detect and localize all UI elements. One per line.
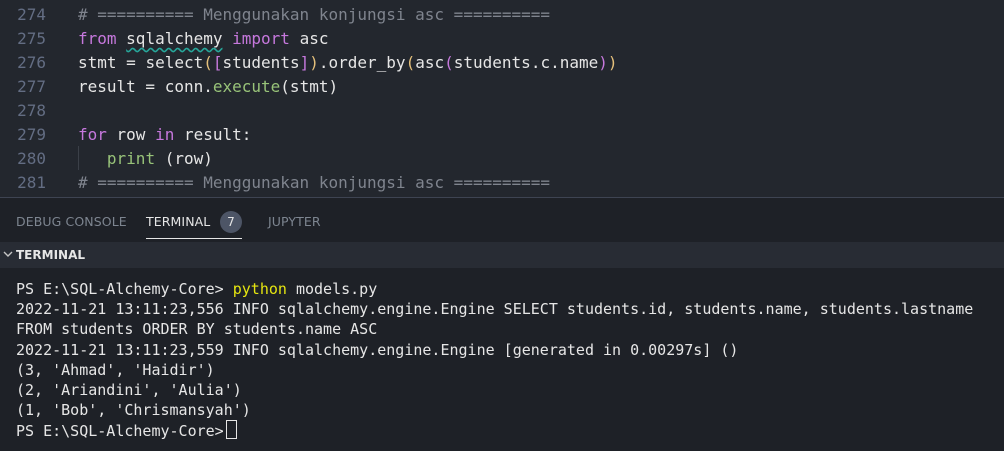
code-line[interactable]: 275 from sqlalchemy import asc [0, 27, 1004, 51]
code-token: stmt = [78, 53, 146, 72]
code-text: from sqlalchemy import asc [78, 27, 328, 51]
terminal-command-line: PS E:\SQL-Alchemy-Core> python models.py [16, 279, 377, 299]
terminal-output-line: (2, 'Ariandini', 'Aulia') [16, 381, 242, 399]
terminal-final-prompt-line: PS E:\SQL-Alchemy-Core> [16, 420, 237, 441]
terminal-count-badge: 7 [220, 211, 242, 233]
code-text: # ========== Menggunakan konjungsi asc =… [78, 171, 550, 195]
code-token: asc [415, 53, 445, 72]
code-token: ] [299, 53, 310, 72]
terminal-output-line: FROM students ORDER BY students.name ASC [16, 320, 378, 338]
terminal-command-args: models.py [286, 280, 378, 298]
tab-jupyter[interactable]: JUPYTER [268, 214, 321, 229]
terminal-output[interactable]: PS E:\SQL-Alchemy-Core> python models.py… [0, 268, 1004, 451]
line-number: 278 [17, 101, 46, 120]
terminal-section-header[interactable]: TERMINAL [0, 242, 1004, 268]
panel-tab-bar: DEBUG CONSOLE TERMINAL JUPYTER [0, 197, 1004, 243]
code-token: students [222, 53, 300, 72]
terminal-output-line: 2022-11-21 13:11:23,556 INFO sqlalchemy.… [16, 300, 974, 318]
code-token: result: [183, 125, 252, 144]
terminal-prompt: PS E:\SQL-Alchemy-Core> [16, 280, 233, 298]
code-token: for [78, 125, 117, 144]
terminal-section-title: TERMINAL [16, 248, 86, 262]
code-token: ( [203, 53, 213, 72]
line-number: 281 [17, 173, 46, 192]
terminal-command: python [232, 280, 287, 298]
code-token: ) [607, 53, 618, 72]
code-text: stmt = select([students]).order_by(asc(s… [78, 51, 618, 75]
terminal-prompt: PS E:\SQL-Alchemy-Core> [16, 422, 224, 440]
tab-debug-console[interactable]: DEBUG CONSOLE [16, 214, 127, 229]
code-token: execute [212, 77, 281, 96]
line-number: 277 [17, 77, 46, 96]
code-token: row [116, 125, 156, 144]
code-text: for row in result: [78, 123, 251, 147]
code-line[interactable]: 277 result = conn.execute(stmt) [0, 75, 1004, 99]
code-token: result = conn. [78, 77, 213, 96]
code-line[interactable]: 280 print (row) [0, 147, 1004, 171]
terminal-output-line: (1, 'Bob', 'Chrismansyah') [16, 401, 251, 419]
code-token: [ [212, 53, 223, 72]
code-token: sqlalchemy [126, 29, 223, 48]
code-token: select [145, 53, 204, 72]
code-token: ( [444, 53, 454, 72]
code-line[interactable]: 281 # ========== Menggunakan konjungsi as… [0, 171, 1004, 195]
code-token: # ========== Menggunakan konjungsi asc =… [78, 5, 551, 24]
code-token: import [222, 29, 300, 48]
tab-terminal[interactable]: TERMINAL [146, 214, 210, 229]
code-token: .order_by [318, 53, 406, 72]
code-token: ( [405, 53, 416, 72]
code-token: ) [309, 53, 319, 72]
code-line[interactable]: 279 for row in result: [0, 123, 1004, 147]
code-token: ) [598, 53, 608, 72]
code-token: (stmt) [280, 77, 339, 96]
code-token: in [155, 125, 184, 144]
code-token: asc [299, 29, 329, 48]
code-text: print (row) [78, 147, 213, 171]
code-line[interactable]: 278 [0, 99, 1004, 123]
code-text: result = conn.execute(stmt) [78, 75, 338, 99]
line-number: 275 [17, 29, 46, 48]
terminal-output-line: 2022-11-21 13:11:23,559 INFO sqlalchemy.… [16, 341, 739, 359]
code-line[interactable]: 276 stmt = select([students]).order_by(as… [0, 51, 1004, 75]
code-token: print [106, 149, 156, 168]
terminal-output-line: (3, 'Ahmad', 'Haidir') [16, 361, 215, 379]
code-token: (row) [155, 149, 213, 168]
code-text: # ========== Menggunakan konjungsi asc =… [78, 3, 550, 27]
line-number: 274 [17, 5, 46, 24]
active-tab-indicator [146, 238, 242, 239]
line-number: 276 [17, 53, 46, 72]
line-number: 280 [17, 149, 46, 168]
chevron-down-icon[interactable] [2, 246, 14, 262]
terminal-cursor[interactable] [225, 420, 237, 439]
code-line[interactable]: 274 # ========== Menggunakan konjungsi as… [0, 3, 1004, 27]
code-editor[interactable]: 274 # ========== Menggunakan konjungsi as… [0, 0, 1004, 197]
line-number: 279 [17, 125, 46, 144]
code-token: students.c.name [453, 53, 599, 72]
code-token: # ========== Menggunakan konjungsi asc =… [78, 173, 551, 192]
code-token: from [78, 29, 127, 48]
